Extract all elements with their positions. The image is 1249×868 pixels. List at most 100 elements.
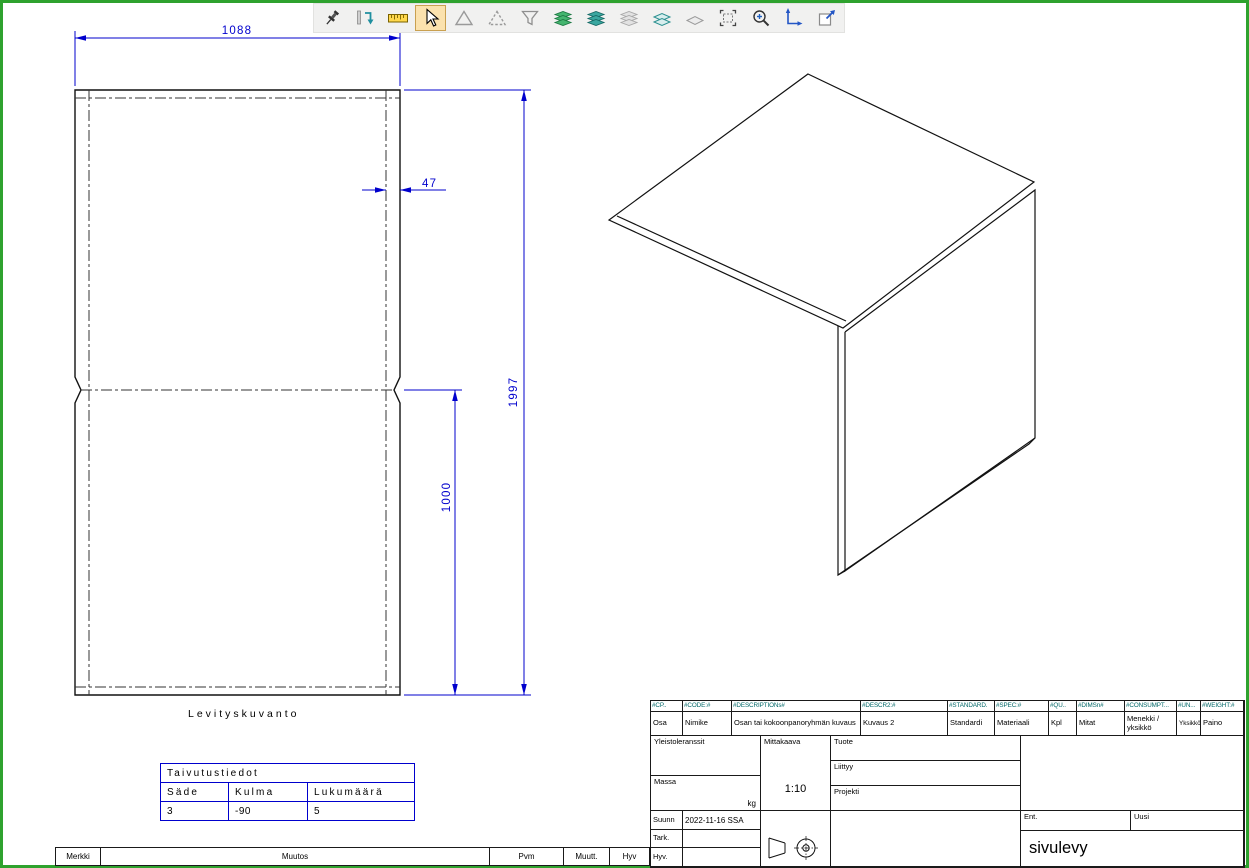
part-name: sivulevy xyxy=(1021,831,1244,867)
layers-flat-tool-button[interactable] xyxy=(646,5,677,31)
revision-changed-by-header: Muutt. xyxy=(564,848,610,865)
select-cursor-icon xyxy=(420,7,442,29)
product-cell: Tuote xyxy=(831,736,1021,761)
new-window-tool-button[interactable] xyxy=(811,5,842,31)
triangle-tool-button[interactable] xyxy=(448,5,479,31)
field-code: #DESCRIPTIONs# xyxy=(732,701,861,712)
field-code: #QU.. xyxy=(1049,701,1077,712)
revision-date-header: Pvm xyxy=(490,848,564,865)
scale-cell: Mittakaava 1:10 xyxy=(761,736,831,811)
former-label: Ent. xyxy=(1021,811,1130,822)
iso-view[interactable] xyxy=(609,74,1035,575)
triangle-hidden-icon xyxy=(486,7,508,29)
field-label: Standardi xyxy=(948,712,995,736)
triangle-hidden-tool-button[interactable] xyxy=(481,5,512,31)
revision-change-header: Muutos xyxy=(101,848,490,865)
bend-table-header-count: Lukumäärä xyxy=(308,783,415,802)
sheet-icon xyxy=(684,7,706,29)
toolbar xyxy=(313,3,845,33)
project-cell: Projekti xyxy=(831,786,1021,811)
projection-symbol-icon xyxy=(761,811,829,865)
field-code: #WEIGHT:# xyxy=(1201,701,1244,712)
field-code: #CP.. xyxy=(651,701,683,712)
related-label: Liittyy xyxy=(831,761,1020,772)
field-label: Osan tai kokoonpanoryhmän kuvaus xyxy=(732,712,861,736)
checked-value xyxy=(683,830,761,848)
layers-stack-disabled-icon xyxy=(618,7,640,29)
bend-table-value-count: 5 xyxy=(308,802,415,821)
filter-icon xyxy=(519,7,541,29)
filter-tool-button[interactable] xyxy=(514,5,545,31)
field-label: Yksikkö xyxy=(1177,712,1201,736)
field-code: #CONSUMPT... xyxy=(1125,701,1177,712)
empty-cell xyxy=(1021,736,1244,811)
checked-label: Tark. xyxy=(651,830,683,848)
field-label: Nimike xyxy=(683,712,732,736)
former-cell: Ent. xyxy=(1021,811,1131,831)
flip-view-tool-button[interactable] xyxy=(349,5,380,31)
field-code: #UN... xyxy=(1177,701,1201,712)
flat-view-label: Levityskuvanto xyxy=(188,708,299,720)
designer-value: 2022-11-16 SSA xyxy=(683,811,761,830)
scale-value: 1:10 xyxy=(761,783,830,795)
mass-cell: Massa kg xyxy=(651,776,761,811)
select-cursor-tool-button[interactable] xyxy=(415,5,446,31)
layers-stack-tool-button[interactable] xyxy=(547,5,578,31)
scale-label: Mittakaava xyxy=(761,736,830,747)
empty-cell xyxy=(831,811,1021,867)
designer-label: Suunn xyxy=(651,811,683,830)
bend-table-header-radius: Säde xyxy=(161,783,229,802)
zoom-window-tool-button[interactable] xyxy=(712,5,743,31)
dim-inner-text[interactable]: 1000 xyxy=(441,482,453,512)
dim-flange-text[interactable]: 47 xyxy=(422,178,437,190)
layers-stack-disabled-tool-button[interactable] xyxy=(613,5,644,31)
mass-unit-label: kg xyxy=(748,799,756,808)
general-tolerances-cell: Yleistoleranssit xyxy=(651,736,761,776)
field-label: Menekki / yksikkö xyxy=(1125,712,1177,736)
bend-lines[interactable] xyxy=(75,90,400,695)
flat-pattern-outline[interactable] xyxy=(75,90,400,695)
pin-icon xyxy=(321,7,343,29)
layers-stack-alt-icon xyxy=(585,7,607,29)
dim-height-text[interactable]: 1997 xyxy=(508,377,520,407)
zoom-in-tool-button[interactable] xyxy=(745,5,776,31)
ruler-icon xyxy=(387,7,409,29)
bend-table-title: Taivutustiedot xyxy=(161,764,415,783)
field-code: #DESCR2:# xyxy=(861,701,948,712)
pan-axes-icon xyxy=(783,7,805,29)
revision-bar: Merkki Muutos Pvm Muutt. Hyv xyxy=(55,847,650,866)
field-label: Materiaali xyxy=(995,712,1049,736)
new-label: Uusi xyxy=(1131,811,1243,822)
field-code: #SPEC:# xyxy=(995,701,1049,712)
field-label: Kpl xyxy=(1049,712,1077,736)
new-cell: Uusi xyxy=(1131,811,1244,831)
zoom-in-icon xyxy=(750,7,772,29)
dim-width-text[interactable]: 1088 xyxy=(222,25,252,37)
bend-table-header-angle: Kulma xyxy=(229,783,308,802)
pin-tool-button[interactable] xyxy=(316,5,347,31)
mass-label: Massa xyxy=(651,776,760,787)
field-label: Paino xyxy=(1201,712,1244,736)
cad-application: { "toolbar": { "icons": ["pin","flip-vie… xyxy=(0,0,1249,868)
field-label: Osa xyxy=(651,712,683,736)
new-window-icon xyxy=(816,7,838,29)
pan-axes-tool-button[interactable] xyxy=(778,5,809,31)
projection-cell xyxy=(761,811,831,867)
project-label: Projekti xyxy=(831,786,1020,797)
title-block: #CP.. #CODE:# #DESCRIPTIONs# #DESCR2:# #… xyxy=(650,700,1245,868)
field-label: Kuvaus 2 xyxy=(861,712,948,736)
bend-table-value-radius: 3 xyxy=(161,802,229,821)
field-code: #STANDARD. xyxy=(948,701,995,712)
sheet-tool-button[interactable] xyxy=(679,5,710,31)
bend-table-value-angle: -90 xyxy=(229,802,308,821)
zoom-window-icon xyxy=(717,7,739,29)
bend-table[interactable]: Taivutustiedot Säde Kulma Lukumäärä 3 -9… xyxy=(160,763,415,821)
layers-stack-alt-tool-button[interactable] xyxy=(580,5,611,31)
dimensions[interactable]: 1088 1997 1000 47 xyxy=(75,25,531,695)
ruler-tool-button[interactable] xyxy=(382,5,413,31)
field-code: #DIMSn# xyxy=(1077,701,1125,712)
related-cell: Liittyy xyxy=(831,761,1021,786)
general-tolerances-label: Yleistoleranssit xyxy=(651,736,760,747)
triangle-icon xyxy=(453,7,475,29)
revision-approved-header: Hyv xyxy=(610,848,649,865)
